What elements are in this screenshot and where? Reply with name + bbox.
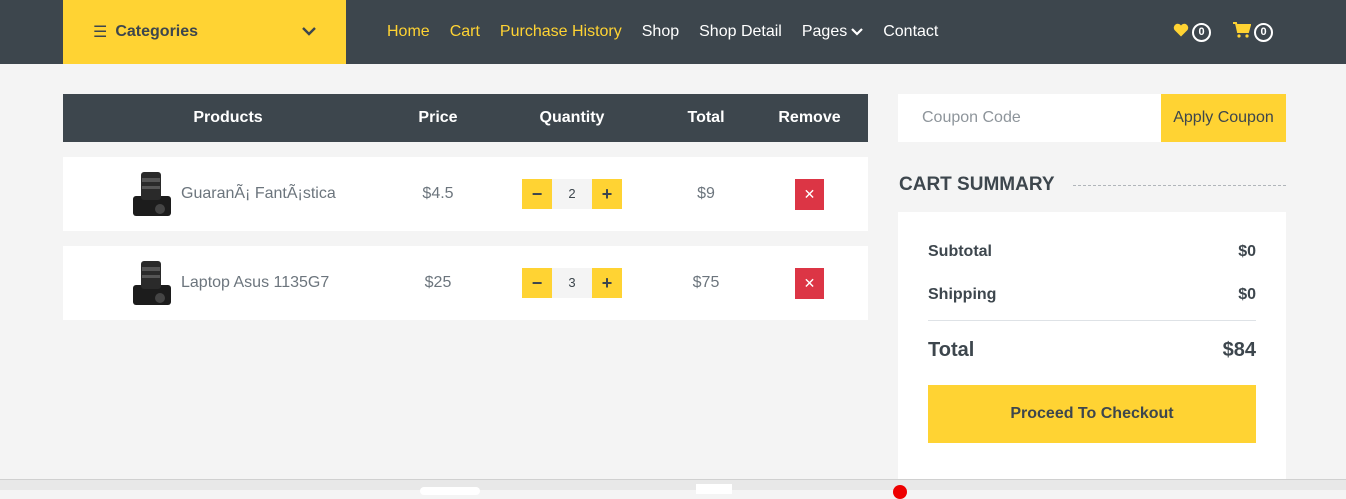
main-nav: Home Cart Purchase History Shop Shop Det… (387, 0, 958, 64)
product-price: $4.5 (422, 185, 454, 202)
categories-label: Categories (115, 23, 199, 40)
nav-shop-detail[interactable]: Shop Detail (699, 23, 782, 41)
top-navbar: ☰ Categories Home Cart Purchase History … (0, 0, 1346, 64)
decrease-button[interactable]: − (522, 268, 552, 298)
close-icon: ✕ (803, 185, 816, 202)
shopping-cart-icon (1233, 21, 1252, 43)
bars-icon: ☰ (93, 24, 108, 41)
product-image (131, 259, 173, 307)
cart-count-badge: 0 (1254, 22, 1273, 42)
total-row: Total $84 (928, 339, 1256, 362)
remove-button[interactable]: ✕ (795, 178, 824, 210)
shipping-row: Shipping $0 (928, 286, 1256, 304)
product-name: GuaranÃ¡ FantÃ¡stica (181, 185, 336, 202)
quantity-stepper: − 2 + (522, 179, 622, 209)
nav-pages-label: Pages (801, 23, 848, 40)
categories-dropdown[interactable]: ☰ Categories (63, 0, 346, 64)
cart-summary-panel: Subtotal $0 Shipping $0 Total $84 Procee… (898, 212, 1286, 482)
subtotal-label: Subtotal (928, 243, 992, 260)
cart-summary-heading: Cart Summary (899, 172, 1286, 198)
product-name: Laptop Asus 1135G7 (181, 274, 330, 291)
wishlist-button[interactable]: 0 (1173, 22, 1211, 42)
total-value: $84 (1222, 339, 1256, 361)
subtotal-row: Subtotal $0 (928, 243, 1256, 261)
header-quantity: Quantity (539, 109, 605, 126)
shipping-label: Shipping (928, 286, 997, 303)
quantity-stepper: − 3 + (522, 268, 622, 298)
proceed-to-checkout-button[interactable]: Proceed To Checkout (928, 385, 1256, 443)
decrease-button[interactable]: − (522, 179, 552, 209)
cart-summary-title: Cart Summary (899, 174, 1055, 195)
close-icon: ✕ (803, 274, 816, 291)
product-price: $25 (424, 274, 452, 291)
quantity-input[interactable]: 3 (552, 268, 592, 298)
header-total: Total (687, 109, 725, 126)
cart-button[interactable]: 0 (1233, 21, 1273, 43)
product-total: $9 (697, 185, 715, 202)
heart-icon (1173, 23, 1189, 42)
nav-contact[interactable]: Contact (883, 23, 938, 41)
total-label: Total (928, 339, 975, 361)
chevron-down-icon (851, 23, 863, 40)
header-products: Products (193, 109, 263, 126)
divider (1072, 184, 1286, 186)
coupon-form: Apply Coupon (898, 94, 1286, 142)
product-image (131, 170, 173, 218)
bottom-bar (0, 479, 1346, 499)
shipping-value: $0 (1238, 286, 1256, 303)
coupon-code-input[interactable] (898, 94, 1161, 142)
increase-button[interactable]: + (592, 268, 622, 298)
header-price: Price (418, 109, 458, 126)
quantity-input[interactable]: 2 (552, 179, 592, 209)
remove-button[interactable]: ✕ (795, 267, 824, 299)
chevron-down-icon (302, 23, 316, 41)
header-icons: 0 0 (1151, 0, 1273, 64)
table-row: GuaranÃ¡ FantÃ¡stica $4.5 − 2 + $9 ✕ (63, 157, 868, 231)
nav-purchase-history[interactable]: Purchase History (500, 23, 622, 41)
nav-shop[interactable]: Shop (642, 23, 679, 41)
wishlist-count-badge: 0 (1192, 22, 1211, 42)
cart-table-header: Products Price Quantity Total Remove (63, 94, 868, 142)
header-remove: Remove (778, 109, 841, 126)
product-total: $75 (692, 274, 720, 291)
nav-cart[interactable]: Cart (450, 23, 480, 41)
increase-button[interactable]: + (592, 179, 622, 209)
table-row: Laptop Asus 1135G7 $25 − 3 + $75 ✕ (63, 246, 868, 320)
divider (928, 320, 1256, 321)
nav-pages[interactable]: Pages (802, 23, 863, 41)
nav-home[interactable]: Home (387, 23, 430, 41)
subtotal-value: $0 (1238, 243, 1256, 260)
apply-coupon-button[interactable]: Apply Coupon (1161, 94, 1286, 142)
